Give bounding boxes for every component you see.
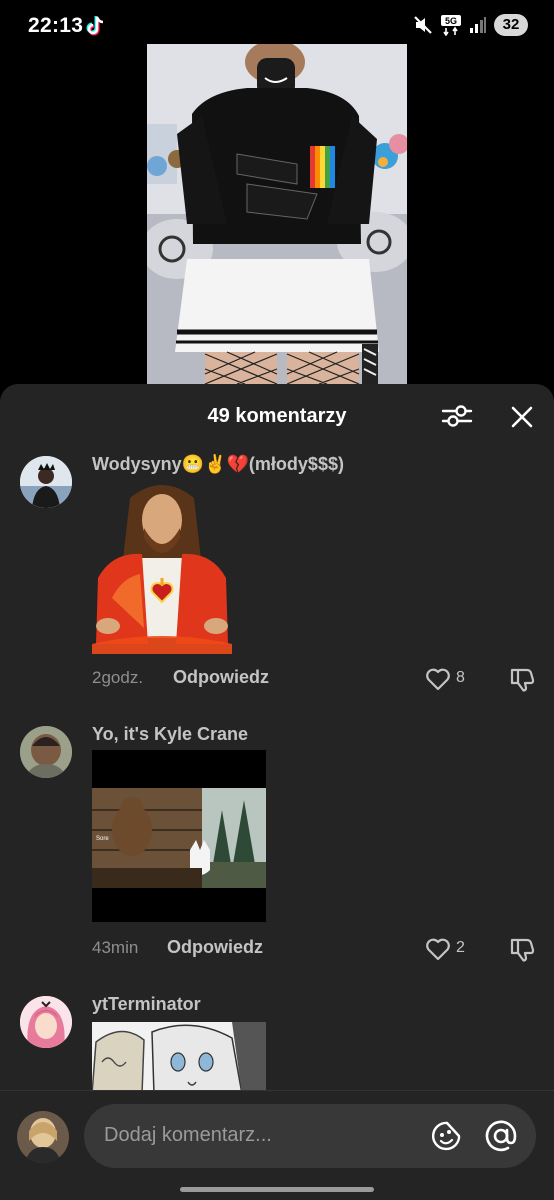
comment-username[interactable]: Yo, it's Kyle Crane — [92, 724, 248, 745]
like-count: 2 — [456, 939, 465, 956]
reply-button[interactable]: Odpowiedz — [167, 937, 263, 958]
svg-text:5G: 5G — [445, 16, 457, 26]
close-icon[interactable] — [508, 403, 536, 431]
avatar[interactable] — [20, 456, 72, 508]
thumbs-down-icon[interactable] — [508, 936, 536, 962]
video-frame — [147, 44, 407, 384]
anime-image[interactable] — [92, 1022, 266, 1094]
battery-icon: 32 — [494, 14, 528, 36]
svg-text:Sore: Sore — [96, 836, 109, 842]
comment-item: Wodysyny😬✌️💔(młody$$$) 2godz. Odpowiedz … — [0, 448, 554, 718]
comment-username[interactable]: Wodysyny😬✌️💔(młody$$$) — [92, 454, 344, 475]
avatar-image — [20, 456, 72, 508]
reply-button[interactable]: Odpowiedz — [173, 667, 269, 688]
5g-icon: 5G — [441, 15, 461, 36]
avatar[interactable] — [20, 726, 72, 778]
heart-icon[interactable] — [425, 667, 451, 691]
comments-sheet: 49 komentarzy Wodysyny😬✌️💔(młody$$$) 2go… — [0, 384, 554, 1200]
sheet-header: 49 komentarzy — [0, 384, 554, 448]
avatar-image — [20, 726, 72, 778]
avatar[interactable] — [20, 996, 72, 1048]
thumbs-down-icon[interactable] — [508, 666, 536, 692]
signal-icon — [470, 17, 486, 33]
gif-image[interactable]: Sore — [92, 750, 266, 922]
home-indicator — [180, 1187, 374, 1192]
emoji-icon[interactable] — [430, 1119, 464, 1153]
sliders-icon[interactable] — [441, 402, 473, 430]
comment-timestamp: 2godz. — [92, 668, 144, 687]
comment-item: ytTerminator — [0, 988, 554, 1094]
comment-username[interactable]: ytTerminator — [92, 994, 201, 1015]
video-player[interactable] — [147, 44, 407, 384]
heart-icon[interactable] — [425, 937, 451, 961]
my-avatar[interactable] — [17, 1111, 69, 1163]
avatar-image — [20, 996, 72, 1048]
comment-timestamp: 43min — [92, 938, 139, 957]
comment-item: Yo, it's Kyle Crane Sore 43min Odpowiedz — [0, 718, 554, 988]
tiktok-icon — [86, 16, 104, 36]
comment-composer: Dodaj komentarz... — [0, 1090, 554, 1200]
like-count: 8 — [456, 669, 465, 686]
comment-input[interactable]: Dodaj komentarz... — [84, 1104, 536, 1168]
comment-input-placeholder: Dodaj komentarz... — [104, 1124, 272, 1146]
status-time: 22:13 — [28, 14, 84, 37]
mute-icon — [414, 16, 432, 34]
at-icon[interactable] — [484, 1119, 518, 1153]
sticker-image[interactable] — [92, 478, 232, 654]
avatar-image — [17, 1111, 69, 1163]
